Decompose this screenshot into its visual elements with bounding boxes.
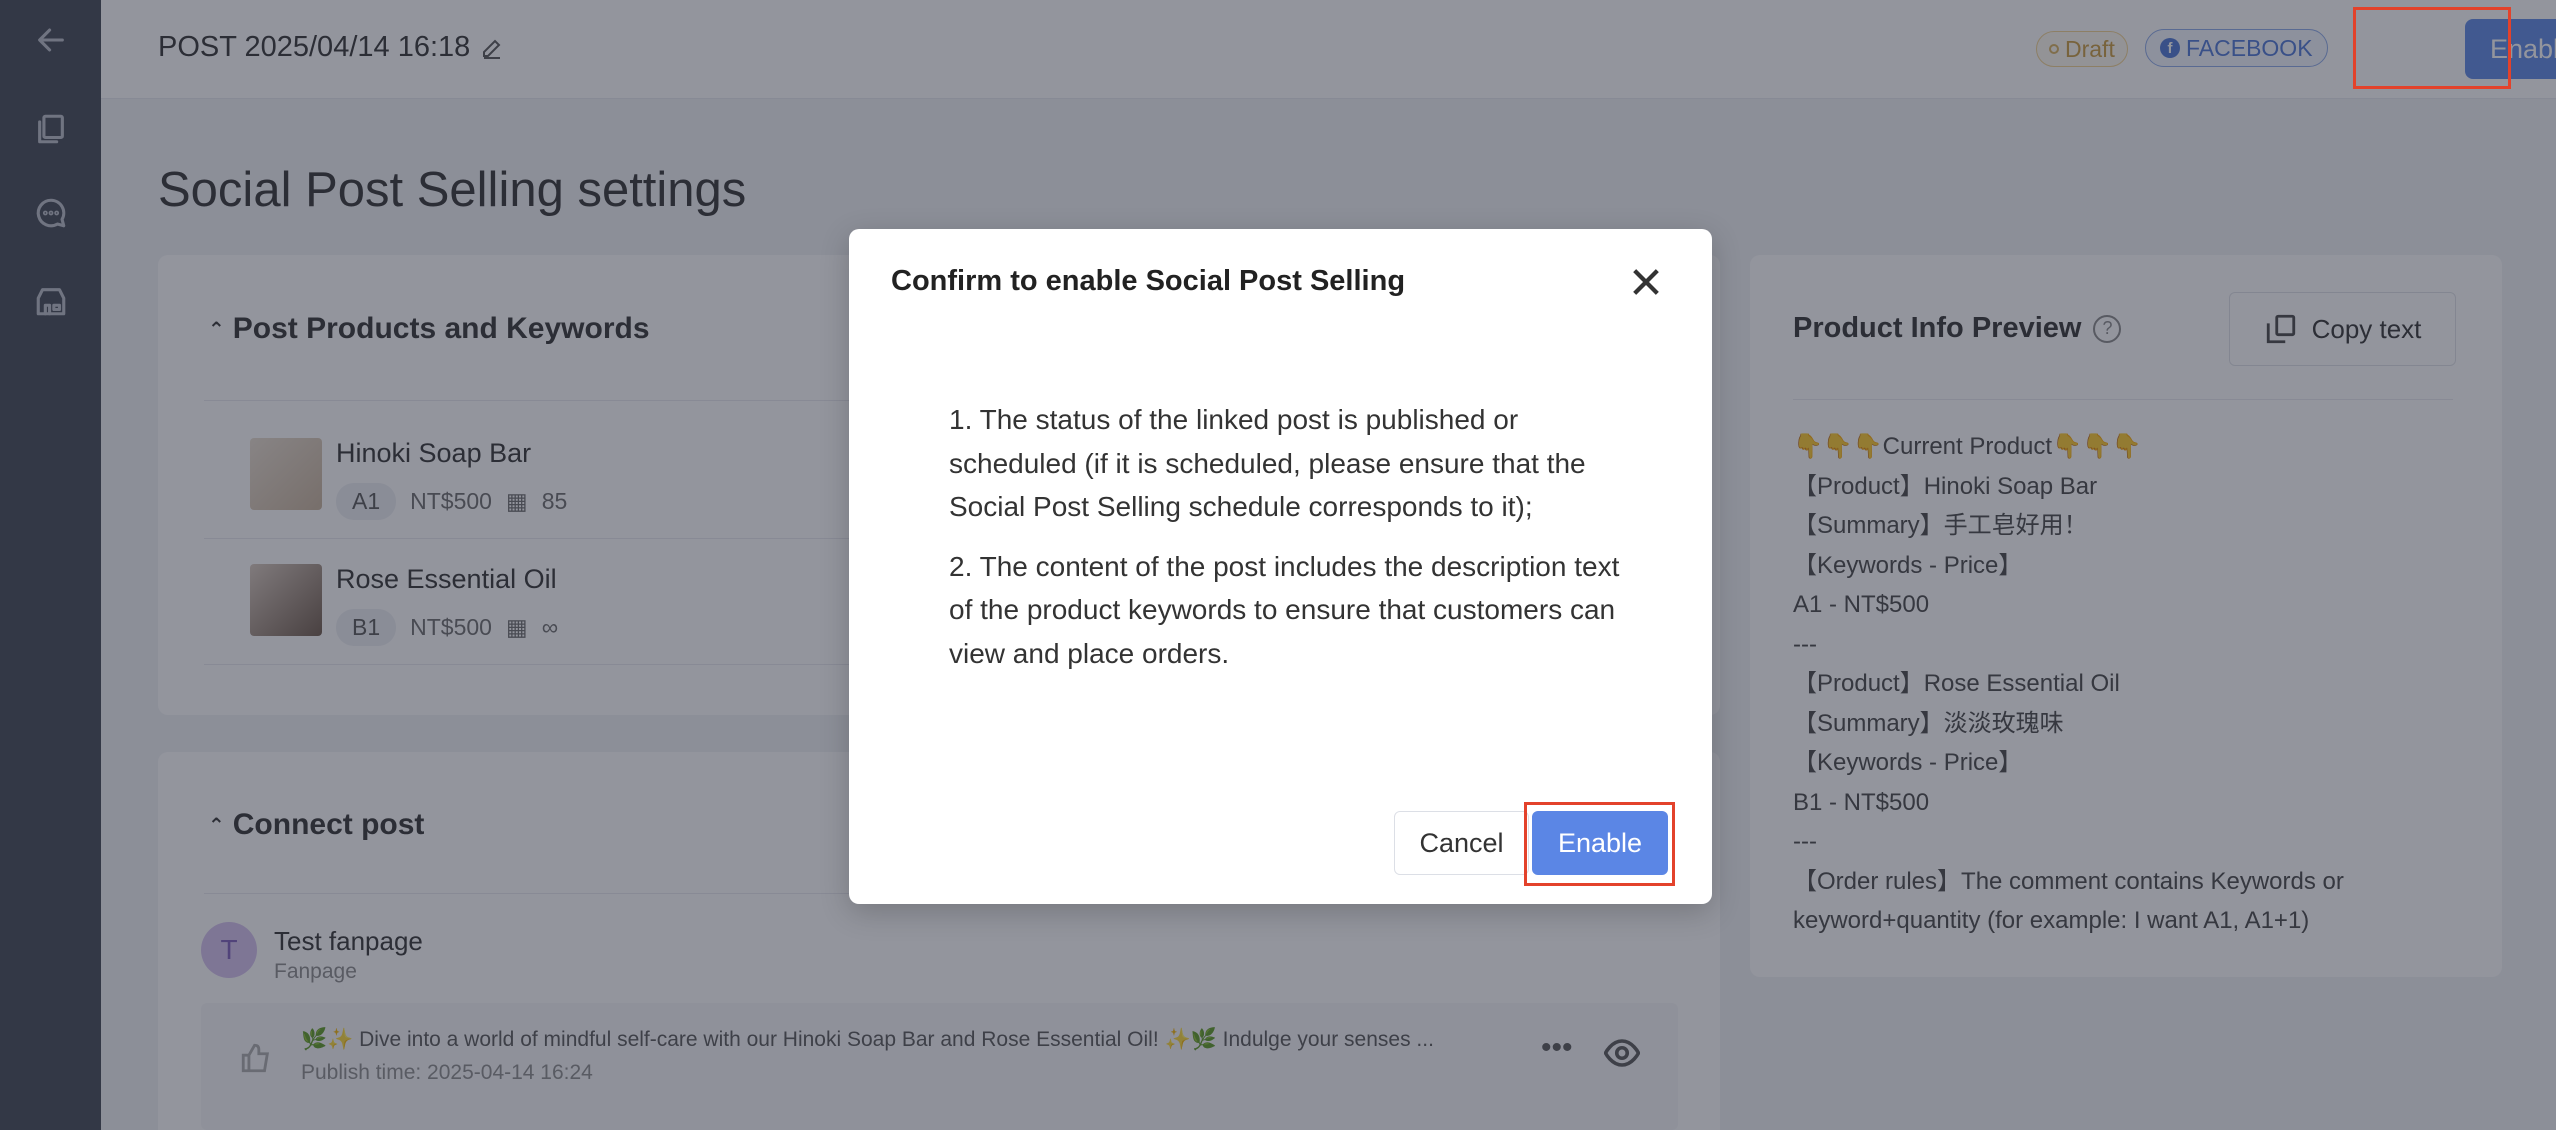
highlight-box xyxy=(2353,7,2511,89)
dialog-body: 1. The status of the linked post is publ… xyxy=(949,398,1629,691)
highlight-box xyxy=(1524,802,1675,886)
cancel-button[interactable]: Cancel xyxy=(1394,811,1529,875)
dialog-title: Confirm to enable Social Post Selling xyxy=(891,265,1406,297)
dialog-item-2: 2. The content of the post includes the … xyxy=(949,550,1620,669)
confirm-dialog: Confirm to enable Social Post Selling 1.… xyxy=(849,229,1712,904)
close-icon[interactable] xyxy=(1629,265,1663,299)
dialog-item-1: 1. The status of the linked post is publ… xyxy=(949,404,1586,522)
